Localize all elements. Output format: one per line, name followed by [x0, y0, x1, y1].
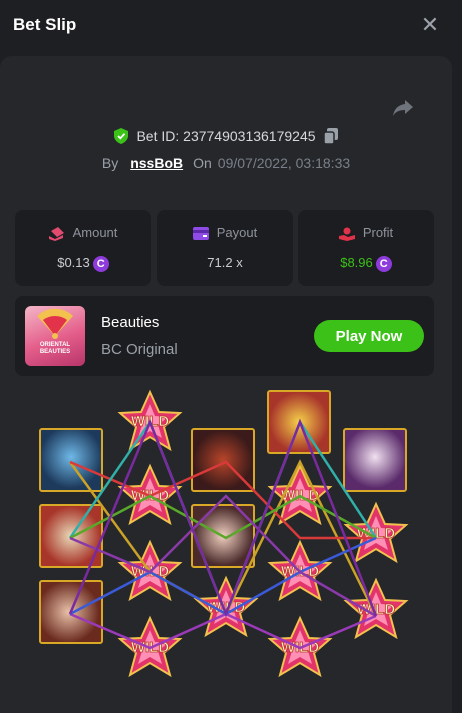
win-line [69, 536, 377, 616]
game-thumbnail[interactable]: ORIENTAL BEAUTIES [25, 306, 85, 366]
win-line [68, 419, 378, 618]
amount-icon [48, 226, 64, 241]
bet-id: Bet ID: 23774903136179245 [136, 128, 316, 144]
payout-value: 71.2 x [207, 255, 243, 270]
coin-icon: C [375, 255, 392, 272]
coin-icon: C [92, 255, 109, 272]
copy-icon[interactable] [323, 128, 338, 144]
on-label: On [193, 155, 212, 171]
verified-shield-icon [114, 128, 129, 144]
fan-icon [37, 308, 73, 339]
user-link[interactable]: nssBoB [130, 155, 183, 171]
bet-id-row: Bet ID: 23774903136179245 [0, 128, 452, 147]
payout-card: Payout 71.2 x [157, 210, 293, 286]
reels-result: WILD WILD WILD WILD WILD WILD WILD WILD … [0, 380, 452, 713]
game-name: Beauties [101, 314, 160, 331]
win-line [68, 418, 378, 618]
payout-icon [192, 227, 209, 241]
game-provider: BC Original [101, 341, 178, 358]
payout-label: Payout [216, 225, 258, 240]
game-card: ORIENTAL BEAUTIES Beauties BC Original Pl… [15, 296, 434, 376]
profit-icon [338, 227, 355, 241]
profit-label: Profit [362, 225, 394, 240]
amount-label: Amount [72, 225, 118, 240]
win-line [69, 612, 377, 650]
by-label: By [101, 155, 119, 171]
close-icon[interactable]: ✕ [420, 14, 440, 36]
thumb-text-2: BEAUTIES [39, 349, 71, 355]
profit-value: $8.96 [340, 255, 373, 270]
profit-card: Profit $8.96 C [298, 210, 434, 286]
page-title: Bet Slip [13, 15, 77, 34]
thumb-text-1: ORIENTAL [39, 342, 71, 348]
amount-card: Amount $0.13 C [15, 210, 151, 286]
header: Bet Slip ✕ [0, 0, 462, 52]
bet-date: 09/07/2022, 03:18:33 [217, 155, 351, 171]
win-lines [68, 418, 378, 650]
play-now-button[interactable]: Play Now [314, 320, 424, 352]
amount-value: $0.13 [57, 255, 90, 270]
bet-owner-row: By nssBoB On 09/07/2022, 03:18:33 [0, 155, 452, 171]
share-icon[interactable] [392, 99, 414, 117]
